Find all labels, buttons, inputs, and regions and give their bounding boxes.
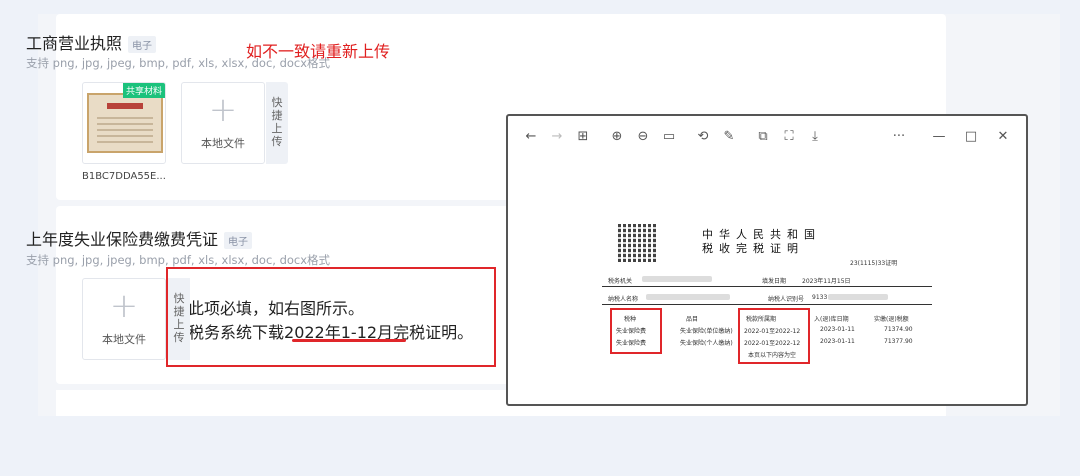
actual-size-icon[interactable]: ▭ [658,125,680,147]
copy-icon[interactable]: ⧉ [752,125,774,147]
plus-icon: + [208,90,238,130]
tax-authority-label: 税务机关 [608,278,633,285]
zoom-in-icon[interactable]: ⊕ [606,125,628,147]
zoom-out-icon[interactable]: ⊖ [632,125,654,147]
quick-upload-button[interactable]: 快捷上传 [266,82,288,164]
fullscreen-icon[interactable]: ⛶ [778,125,800,147]
row1-item: 失业保险(单位缴纳) [680,328,733,335]
download-icon[interactable]: ⤓ [804,125,826,147]
taxpayer-name-label: 纳税人名称 [608,296,639,303]
close-icon[interactable]: ✕ [992,125,1014,147]
row2-item: 失业保险(个人缴纳) [680,340,733,347]
certificate-number: 23(1115)33证明 [850,260,898,267]
rotate-icon[interactable]: ⟲ [692,125,714,147]
license-thumbnail[interactable]: 共享材料 [82,82,166,164]
tax-certificate-image: 中华人民共和国 税收完税证明 23(1115)33证明 税务机关 填发日期 20… [602,214,940,394]
electronic-tag: 电子 [128,36,157,53]
plus-icon: + [109,286,139,326]
minimize-icon[interactable]: — [928,125,950,147]
electronic-tag: 电子 [224,232,253,249]
row1-amount: 71374.90 [884,326,913,333]
tax-type-highlight-box [610,308,662,354]
local-file-upload-button[interactable]: + 本地文件 [181,82,265,164]
local-file-upload-button[interactable]: + 本地文件 [82,278,166,360]
upload-label: 本地文件 [102,333,146,346]
grid-view-icon[interactable]: ⊞ [572,125,594,147]
uploaded-file-name: B1BC7DDA55E... [82,171,166,182]
upload-label: 本地文件 [201,137,245,150]
viewer-toolbar: ← → ⊞ ⊕ ⊖ ▭ ⟲ ✎ ⧉ ⛶ ⤓ ··· — □ ✕ [508,116,1026,156]
header-amount: 实缴(退)税额 [874,316,909,323]
taxpayer-id-label: 纳税人识别号 [768,296,805,303]
certificate-title-line2: 税收完税证明 [702,242,804,255]
format-hint: 支持 png, jpg, jpeg, bmp, pdf, xls, xlsx, … [26,253,331,267]
edit-icon[interactable]: ✎ [718,125,740,147]
back-arrow-icon[interactable]: ← [520,125,542,147]
maximize-icon[interactable]: □ [960,125,982,147]
header-entry-date: 入(退)库日期 [814,316,849,323]
taxpayer-id-value: 9133 [812,294,828,301]
image-viewer-window: ← → ⊞ ⊕ ⊖ ▭ ⟲ ✎ ⧉ ⛶ ⤓ ··· — □ ✕ 中华人民共和国 … [506,114,1028,406]
section-title-business-license: 工商营业执照 电子 [26,30,157,54]
issue-date-label: 填发日期 [762,278,787,285]
issue-date-value: 2023年11月15日 [802,278,851,285]
section-title-unemployment-insurance: 上年度失业保险费缴费凭证 电子 [26,226,253,250]
row2-date: 2023-01-11 [820,338,855,345]
instruction-callout: 此项必填，如右图所示。 税务系统下载2022年1-12月完税证明。 [166,267,496,367]
shared-material-badge: 共享材料 [122,83,165,98]
forward-arrow-icon[interactable]: → [546,125,568,147]
license-image [87,93,163,153]
reupload-annotation: 如不一致请重新上传 [246,42,391,61]
qr-code-icon [618,224,656,262]
header-item: 品目 [686,316,699,323]
more-icon[interactable]: ··· [888,125,910,147]
row1-date: 2023-01-11 [820,326,855,333]
callout-line1: 此项必填，如右图所示。 [188,299,365,318]
highlight-underline [292,339,406,342]
quick-upload-button[interactable]: 快捷上传 [168,278,190,360]
row2-amount: 71377.90 [884,338,913,345]
period-highlight-box [738,308,810,364]
